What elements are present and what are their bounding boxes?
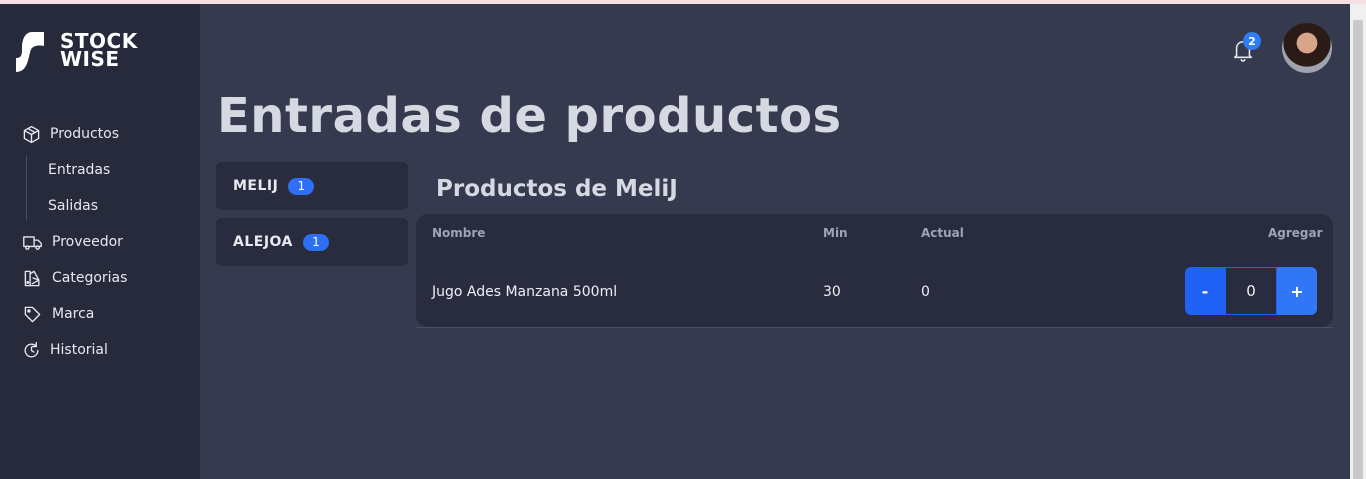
provider-count-badge: 1 xyxy=(302,233,329,251)
sidebar-item-products[interactable]: Productos xyxy=(22,116,192,152)
section-title: Productos de MeliJ xyxy=(436,176,678,202)
cell-min: 30 xyxy=(823,284,841,300)
sidebar-item-entries[interactable]: Entradas xyxy=(22,152,192,188)
brand-logo[interactable]: STOCK WISE xyxy=(16,31,138,72)
page-scrollbar[interactable] xyxy=(1350,4,1366,479)
increment-button[interactable]: + xyxy=(1277,267,1317,315)
categories-icon xyxy=(24,270,40,286)
provider-name: MELIJ xyxy=(233,178,279,194)
logo-mark-icon xyxy=(16,32,44,72)
truck-icon xyxy=(23,235,42,250)
sidebar-item-brand-label: Marca xyxy=(52,306,95,322)
tag-icon xyxy=(24,306,41,322)
page-title: Entradas de productos xyxy=(217,88,842,144)
main-content: 2 Entradas de productos MELIJ 1 ALEJOA 1… xyxy=(200,4,1350,479)
sidebar-item-exits[interactable]: Salidas xyxy=(22,188,192,224)
sidebar: STOCK WISE Productos Entradas Salidas Pr… xyxy=(0,4,200,479)
sidebar-item-supplier-label: Proveedor xyxy=(52,234,123,250)
quantity-stepper: - + xyxy=(1185,267,1317,315)
products-submenu: Entradas Salidas xyxy=(22,152,192,224)
history-icon xyxy=(24,341,39,358)
scrollbar-thumb[interactable] xyxy=(1353,20,1363,479)
table-divider xyxy=(416,327,1333,328)
sidebar-item-categories[interactable]: Categorias xyxy=(22,260,192,296)
box-icon xyxy=(23,125,40,143)
cell-current: 0 xyxy=(921,284,930,300)
decrement-button[interactable]: - xyxy=(1185,267,1225,315)
sidebar-item-history[interactable]: Historial xyxy=(22,332,192,368)
user-avatar[interactable] xyxy=(1282,23,1332,73)
provider-item-alejoa[interactable]: ALEJOA 1 xyxy=(216,218,408,266)
sidebar-item-categories-label: Categorias xyxy=(52,270,128,286)
column-header-add: Agregar xyxy=(1268,226,1323,240)
sidebar-item-brand[interactable]: Marca xyxy=(22,296,192,332)
sidebar-item-history-label: Historial xyxy=(50,342,108,358)
quantity-input[interactable] xyxy=(1225,267,1277,315)
provider-item-melij[interactable]: MELIJ 1 xyxy=(216,162,408,210)
cell-product-name: Jugo Ades Manzana 500ml xyxy=(432,284,618,300)
sidebar-item-supplier[interactable]: Proveedor xyxy=(22,224,192,260)
provider-name: ALEJOA xyxy=(233,234,293,250)
sidebar-item-products-label: Productos xyxy=(50,126,120,142)
column-header-name: Nombre xyxy=(432,226,486,240)
column-header-min: Min xyxy=(823,226,848,240)
brand-name: STOCK WISE xyxy=(60,31,138,69)
column-header-current: Actual xyxy=(921,226,964,240)
provider-count-badge: 1 xyxy=(288,177,315,195)
notification-badge: 2 xyxy=(1243,32,1261,50)
sidebar-nav: Productos Entradas Salidas Proveedor Cat… xyxy=(22,116,192,368)
